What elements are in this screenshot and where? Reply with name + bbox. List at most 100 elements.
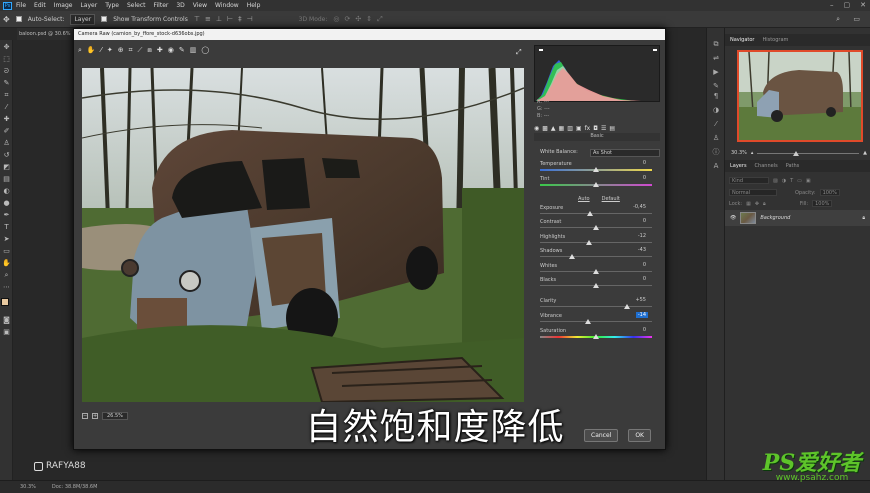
menu-layer[interactable]: Layer — [80, 2, 97, 9]
slider-tint[interactable]: Tint 0 — [540, 175, 652, 187]
camera-calibration-tab-icon[interactable]: ◘ — [593, 125, 598, 132]
blur-tool-icon[interactable]: ◐ — [2, 187, 11, 196]
crop-tool-icon[interactable]: ⌗ — [2, 91, 11, 100]
slider-clarity[interactable]: Clarity +55 — [540, 297, 652, 309]
slider-whites[interactable]: Whites 0 — [540, 262, 652, 274]
status-zoom[interactable]: 30.3% — [20, 484, 36, 490]
menu-view[interactable]: View — [193, 2, 207, 9]
dodge-tool-icon[interactable]: ● — [2, 199, 11, 208]
layer-name[interactable]: Background — [760, 215, 790, 221]
radial-filter-icon[interactable]: ◯ — [201, 46, 209, 55]
navigator-zoom-slider[interactable] — [757, 150, 860, 156]
screen-mode-icon[interactable]: ▣ — [2, 328, 11, 337]
properties-panel-icon[interactable]: ⇌ — [712, 54, 720, 62]
straighten-tool-icon[interactable]: ⟋ — [138, 46, 143, 55]
auto-select-checkbox[interactable] — [15, 16, 22, 22]
menu-edit[interactable]: Edit — [34, 2, 46, 9]
transform-tool-icon[interactable]: ⧈ — [147, 46, 151, 55]
foreground-color-swatch[interactable] — [1, 298, 9, 306]
zoom-tool-icon[interactable]: ⌕ — [2, 271, 11, 280]
minimize-icon[interactable]: – — [830, 1, 834, 9]
adjustment-brush-icon[interactable]: ✎ — [179, 46, 185, 55]
quick-mask-icon[interactable]: ◙ — [2, 316, 11, 325]
3d-scale-icon[interactable]: ⤢ — [377, 15, 383, 24]
slider-contrast[interactable]: Contrast 0 — [540, 218, 652, 230]
slider-blacks[interactable]: Blacks 0 — [540, 276, 652, 288]
align-right-icon[interactable]: ⊣ — [247, 15, 253, 23]
brushes-panel-icon[interactable]: ⁄ — [712, 120, 720, 128]
lens-tab-icon[interactable]: ▣ — [576, 125, 582, 132]
adjustments-panel-icon[interactable]: ◑ — [712, 106, 720, 114]
lock-pixels-icon[interactable]: ▦ — [746, 201, 751, 207]
gradient-tool-icon[interactable]: ▤ — [2, 175, 11, 184]
zoom-tool-icon[interactable]: ⌕ — [78, 46, 82, 55]
filter-type-icon[interactable]: T — [790, 178, 793, 184]
tab-navigator[interactable]: Navigator — [730, 37, 754, 43]
white-balance-select[interactable]: As Shot — [590, 149, 660, 157]
slider-value[interactable]: 0 — [643, 276, 646, 282]
align-middle-icon[interactable]: ≡ — [205, 15, 211, 23]
slider-temperature[interactable]: Temperature 0 — [540, 160, 652, 172]
navigator-zoom-value[interactable]: 30.3% — [731, 150, 747, 156]
slider-value[interactable]: 0 — [643, 218, 646, 224]
move-tool-icon[interactable]: ✥ — [3, 15, 10, 24]
tone-curve-tab-icon[interactable]: ▩ — [542, 125, 548, 132]
menu-image[interactable]: Image — [54, 2, 73, 9]
default-link[interactable]: Default — [602, 196, 620, 202]
slider-value[interactable]: -14 — [635, 312, 648, 318]
slider-exposure[interactable]: Exposure -0,45 — [540, 204, 652, 216]
quick-select-tool-icon[interactable]: ✎ — [2, 79, 11, 88]
slider-value[interactable]: -0,45 — [633, 204, 646, 210]
fill-field[interactable]: 100% — [812, 200, 833, 207]
slider-shadows[interactable]: Shadows -43 — [540, 247, 652, 259]
slider-value[interactable]: -12 — [638, 233, 646, 239]
tab-layers[interactable]: Layers — [730, 163, 747, 169]
color-sampler-icon[interactable]: ✦ — [107, 46, 113, 55]
brush-panel-icon[interactable]: ✎ — [712, 82, 720, 90]
status-doc-info[interactable]: Doc: 38.8M/38.6M — [52, 484, 98, 490]
fullscreen-toggle-icon[interactable]: ⤢ — [516, 48, 522, 57]
filter-smart-icon[interactable]: ▣ — [806, 178, 811, 184]
split-toning-tab-icon[interactable]: ▥ — [567, 125, 573, 132]
red-eye-icon[interactable]: ◉ — [168, 46, 174, 55]
lasso-tool-icon[interactable]: ᘐ — [2, 67, 11, 76]
visibility-eye-icon[interactable]: 👁︎ — [730, 215, 736, 221]
hand-tool-icon[interactable]: ✋ — [2, 259, 11, 268]
path-select-icon[interactable]: ➤ — [2, 235, 11, 244]
eyedropper-tool-icon[interactable]: ⁄ — [2, 103, 11, 112]
history-panel-icon[interactable]: ⧉ — [712, 40, 720, 48]
paragraph-panel-icon[interactable]: ¶ — [712, 92, 720, 100]
document-tab[interactable]: baloon.psd @ 30.6% — [17, 28, 77, 40]
slider-vibrance[interactable]: Vibrance -14 — [540, 312, 652, 324]
more-tools-icon[interactable]: ⋯ — [2, 283, 11, 292]
marquee-tool-icon[interactable]: ⬚ — [2, 55, 11, 64]
slider-value[interactable]: -43 — [638, 247, 646, 253]
crop-tool-icon[interactable]: ⌗ — [129, 46, 133, 55]
tab-histogram[interactable]: Histogram — [762, 37, 788, 43]
auto-select-dropdown[interactable]: Layer — [70, 13, 96, 25]
presets-tab-icon[interactable]: ☰ — [601, 125, 606, 132]
hand-tool-icon[interactable]: ✋ — [87, 46, 96, 55]
transform-controls-checkbox[interactable] — [101, 16, 108, 22]
detail-tab-icon[interactable]: ▲ — [551, 125, 556, 132]
3d-roll-icon[interactable]: ⟳ — [345, 15, 351, 24]
move-tool-icon[interactable]: ✥ — [2, 43, 11, 52]
stamp-tool-icon[interactable]: ♙ — [2, 139, 11, 148]
slider-value[interactable]: 0 — [643, 175, 646, 181]
history-brush-icon[interactable]: ↺ — [2, 151, 11, 160]
brush-tool-icon[interactable]: ✐ — [2, 127, 11, 136]
slider-value[interactable]: 0 — [643, 327, 646, 333]
navigator-thumbnail[interactable] — [737, 50, 863, 142]
healing-tool-icon[interactable]: ✚ — [2, 115, 11, 124]
menu-3d[interactable]: 3D — [176, 2, 184, 9]
info-panel-icon[interactable]: ⓘ — [712, 148, 720, 156]
type-tool-icon[interactable]: T — [2, 223, 11, 232]
align-left-icon[interactable]: ⊢ — [227, 15, 233, 23]
blend-mode-select[interactable]: Normal — [729, 189, 777, 196]
targeted-adjust-icon[interactable]: ⊕ — [118, 46, 124, 55]
layer-kind-filter[interactable]: Kind — [729, 177, 769, 184]
3d-slide-icon[interactable]: ⇕ — [366, 15, 372, 24]
graduated-filter-icon[interactable]: ▥ — [190, 46, 197, 55]
menu-file[interactable]: File — [16, 2, 26, 9]
shape-tool-icon[interactable]: ▭ — [2, 247, 11, 256]
